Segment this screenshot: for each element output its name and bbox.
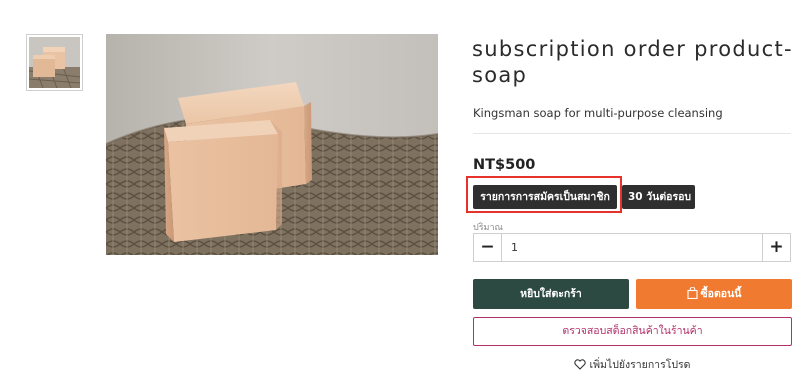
product-price: NT$500 [473, 157, 536, 173]
heart-icon [574, 359, 587, 370]
wishlist-label: เพิ่มไปยังรายการโปรด [589, 359, 691, 371]
thumbnail-image [29, 37, 80, 88]
quantity-label: ปริมาณ [473, 223, 503, 233]
buy-now-button[interactable]: ซื้อตอนนี้ [636, 279, 792, 309]
quantity-stepper: − + [473, 233, 791, 262]
add-to-cart-label: หยิบใส่ตะกร้า [520, 288, 582, 300]
product-thumbnail[interactable] [26, 34, 83, 91]
product-main-image [106, 34, 438, 255]
product-title: subscription order product-soap [472, 37, 793, 87]
divider [473, 133, 791, 134]
wishlist-link[interactable]: เพิ่มไปยังรายการโปรด [473, 356, 792, 373]
product-subtitle: Kingsman soap for multi-purpose cleansin… [473, 106, 723, 120]
quantity-increase-button[interactable]: + [762, 234, 790, 261]
add-to-cart-button[interactable]: หยิบใส่ตะกร้า [473, 279, 629, 309]
buy-now-label: ซื้อตอนนี้ [700, 288, 742, 300]
option-cycle[interactable]: 30 วันต่อรอบ [622, 185, 695, 209]
quantity-decrease-button[interactable]: − [474, 234, 502, 261]
shopping-bag-icon [686, 286, 698, 300]
option-subscription-list[interactable]: รายการการสมัครเป็นสมาชิก [473, 185, 617, 209]
check-stock-button[interactable]: ตรวจสอบสต็อกสินค้าในร้านค้า [473, 317, 792, 346]
quantity-input[interactable] [503, 234, 762, 261]
